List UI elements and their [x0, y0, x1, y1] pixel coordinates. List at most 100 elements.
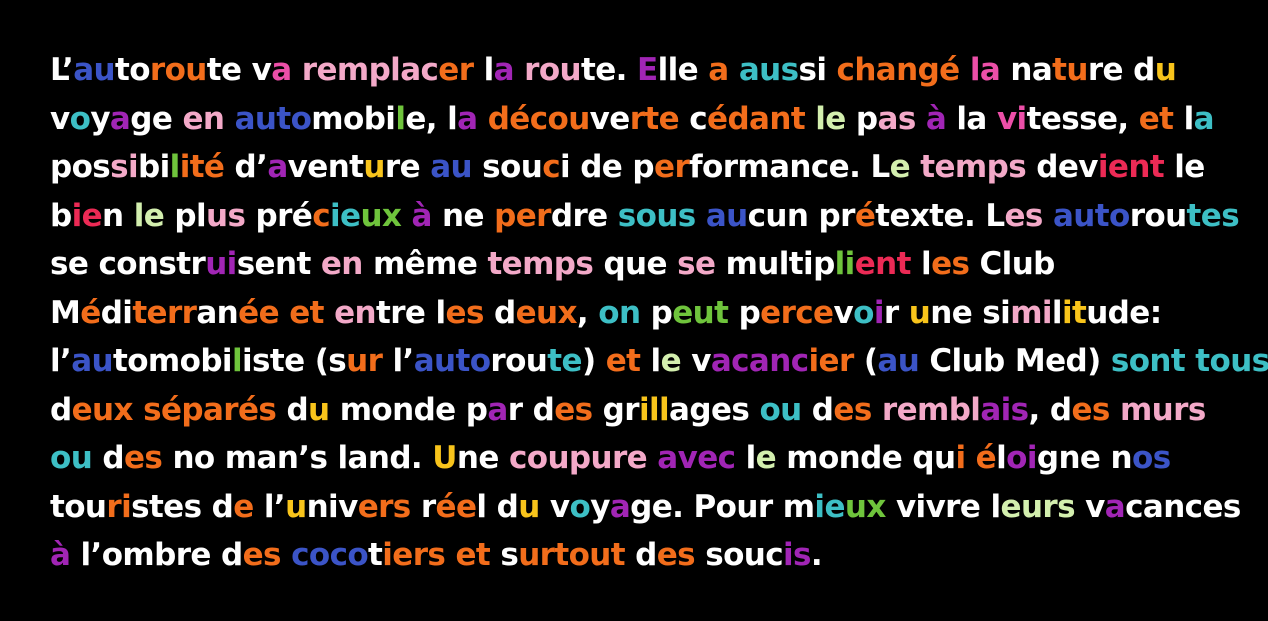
text-segment: d	[624, 537, 657, 573]
text-segment	[478, 101, 488, 137]
text-segment: E	[637, 52, 658, 88]
text-segment: rou	[1129, 197, 1187, 234]
text-segment: i	[955, 440, 966, 476]
text-segment: c	[542, 149, 560, 185]
text-line: bien le plus précieux à ne perdre sous a…	[50, 192, 1240, 241]
text-segment: avec	[657, 440, 736, 476]
text-segment: mu	[715, 246, 780, 282]
text-segment: au	[705, 197, 748, 234]
text-segment: a	[267, 149, 288, 185]
text-segment: es	[656, 537, 696, 573]
text-segment: remplac	[301, 52, 439, 88]
text-segment: cances	[1125, 488, 1241, 525]
text-segment: v	[833, 294, 854, 331]
text-segment: tre l	[375, 294, 446, 331]
text-segment: na	[1000, 52, 1053, 88]
text-line: Méditerranée et entre les deux, on peut …	[50, 289, 1240, 338]
text-segment: o	[69, 100, 91, 137]
text-segment: et	[289, 294, 324, 331]
text-segment: sou	[471, 149, 543, 185]
text-line: ou des no man’s land. Une coupure avec l…	[50, 434, 1240, 483]
text-segment: auto	[234, 100, 312, 137]
text-line: à l’ombre des cocotiers et surtout des s…	[50, 531, 1240, 580]
text-segment: es	[1004, 197, 1043, 234]
text-segment: eut	[672, 294, 729, 331]
text-segment: r	[410, 488, 436, 525]
text-segment: à	[50, 537, 71, 573]
text-segment: la	[946, 100, 997, 137]
text-segment	[696, 198, 706, 234]
text-segment: rou	[490, 343, 548, 379]
text-segment: en	[334, 294, 377, 331]
text-segment: a	[1193, 100, 1215, 137]
text-segment: oi	[1006, 440, 1037, 476]
text-segment: à	[925, 100, 947, 137]
text-segment	[965, 440, 975, 476]
text-segment: ou	[50, 440, 93, 476]
text-segment: séparés	[143, 391, 277, 428]
text-segment: an	[196, 294, 239, 331]
text-segment: en	[182, 100, 225, 137]
text-segment: auto	[1052, 197, 1130, 234]
text-segment: tou	[50, 488, 107, 525]
text-segment	[279, 295, 289, 331]
text-segment	[729, 52, 739, 88]
text-segment: acanc	[710, 343, 809, 379]
text-segment: sent	[236, 246, 321, 282]
text-segment: o	[569, 488, 591, 525]
text-segment: u	[285, 488, 307, 525]
text-segment: l	[473, 52, 495, 88]
text-segment: aus	[738, 52, 799, 88]
text-line: voyage en automobile, la découverte céda…	[50, 95, 1240, 144]
text-segment: u	[1154, 52, 1177, 88]
text-segment: ve	[589, 100, 631, 137]
text-segment: e	[889, 149, 911, 185]
text-segment: pré	[245, 197, 313, 234]
text-segment: d	[50, 391, 72, 428]
text-segment: au	[877, 343, 920, 379]
text-segment	[363, 246, 373, 282]
text-segment: ages	[669, 391, 760, 428]
text-segment: que	[593, 246, 678, 282]
text-segment: os	[1132, 440, 1171, 476]
text-segment: se	[677, 246, 716, 282]
text-segment: texte. L	[875, 197, 1005, 234]
text-line: possibilité d’aventure au souci de perfo…	[50, 143, 1240, 192]
text-segment: l	[735, 440, 757, 476]
text-segment: coupure	[508, 440, 648, 476]
text-segment: , d	[1028, 391, 1073, 428]
text-segment: ,	[576, 294, 599, 331]
text-segment: c	[679, 100, 708, 137]
text-segment: décou	[487, 100, 591, 137]
text-segment	[401, 198, 411, 234]
text-segment: monde p	[329, 391, 488, 428]
text-segment: tes	[1186, 197, 1240, 234]
text-segment: stes d	[131, 488, 234, 525]
text-segment	[133, 392, 143, 428]
text-segment: a	[271, 52, 292, 88]
text-segment	[805, 101, 815, 137]
text-segment: souc	[695, 537, 784, 573]
text-segment: tu	[1052, 52, 1088, 88]
text-segment: sous	[617, 197, 696, 234]
text-segment	[324, 295, 334, 331]
text-segment: à	[411, 197, 433, 234]
text-segment: é	[854, 197, 876, 234]
text-segment: a	[109, 100, 131, 137]
text-segment: le	[133, 197, 165, 234]
text-segment: ie	[330, 197, 361, 234]
text-segment	[292, 52, 302, 88]
text-segment: iste (s	[241, 343, 347, 379]
text-segment: dev	[1026, 149, 1098, 185]
text-segment	[910, 149, 920, 185]
text-segment: ur	[346, 343, 383, 379]
text-segment: au	[73, 52, 115, 88]
text-segment: temps	[487, 246, 594, 282]
text-segment: rou	[524, 52, 582, 88]
text-segment: ent	[854, 246, 912, 282]
text-segment: Club Med)	[919, 343, 1111, 379]
text-segment: ui	[205, 246, 237, 282]
text-segment	[224, 101, 234, 137]
text-segment: monde qu	[776, 440, 956, 476]
text-segment: temps	[920, 149, 1027, 185]
